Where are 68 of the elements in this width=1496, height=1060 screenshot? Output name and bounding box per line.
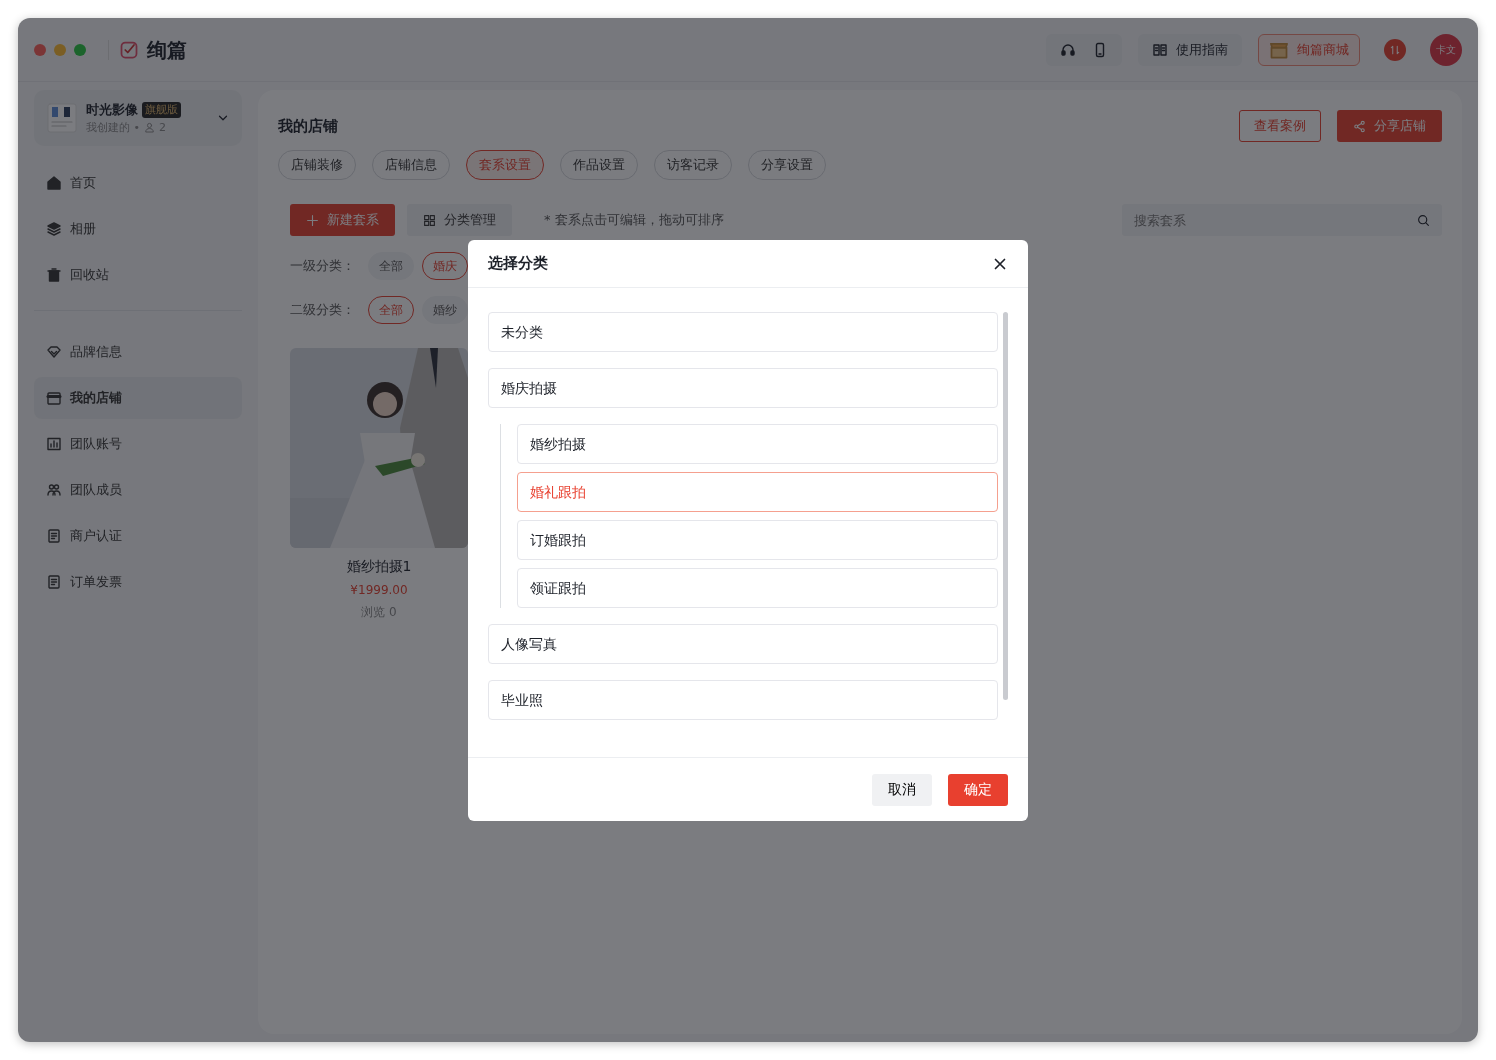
trash-icon xyxy=(46,267,62,283)
tab[interactable]: 分享设置 xyxy=(748,150,826,180)
category-option[interactable]: 婚礼跟拍 xyxy=(517,472,998,512)
filter-label: 二级分类： xyxy=(290,301,356,320)
category-option[interactable]: 订婚跟拍 xyxy=(517,520,998,560)
sidebar-item[interactable]: 团队成员 xyxy=(34,469,242,511)
sidebar-item[interactable]: 品牌信息 xyxy=(34,331,242,373)
page-title: 我的店铺 xyxy=(278,115,339,137)
account-name: 时光影像 xyxy=(86,101,138,119)
sidebar-item[interactable]: 团队账号 xyxy=(34,423,242,465)
window-control[interactable] xyxy=(34,43,46,56)
view-cases-button[interactable]: 查看案例 xyxy=(1239,110,1321,142)
sidebar-item[interactable]: 相册 xyxy=(34,208,242,250)
new-package-button[interactable]: 新建套系 xyxy=(290,204,395,236)
home-icon xyxy=(46,175,62,191)
confirm-button[interactable]: 确定 xyxy=(948,773,1008,806)
layers-icon xyxy=(46,221,62,237)
product-title: 婚纱拍摄1 xyxy=(345,557,413,576)
dialog-title: 选择分类 xyxy=(488,253,549,275)
tab[interactable]: 套系设置 xyxy=(466,150,544,180)
document-icon xyxy=(46,528,62,544)
filter-chip[interactable]: 婚庆 xyxy=(422,252,468,280)
scrollbar[interactable] xyxy=(1003,312,1008,700)
hint-text: * 套系点击可编辑，拖动可排序 xyxy=(544,211,724,230)
person-icon xyxy=(144,122,155,134)
sidebar-item[interactable]: 我的店铺 xyxy=(34,377,242,419)
sidebar-item[interactable]: 首页 xyxy=(34,162,242,204)
tab[interactable]: 店铺装修 xyxy=(278,150,356,180)
sidebar-item[interactable]: 商户认证 xyxy=(34,515,242,557)
user-avatar[interactable]: 卡文 xyxy=(1430,33,1462,66)
checkbox-logo-icon xyxy=(119,39,139,60)
cancel-button[interactable]: 取消 xyxy=(872,773,932,806)
filter-chip[interactable]: 全部 xyxy=(368,252,414,280)
phones-thumbnail-icon xyxy=(46,102,78,134)
store-icon xyxy=(46,390,62,406)
plan-badge: 旗舰版 xyxy=(142,101,181,118)
app-name: 绚篇 xyxy=(147,36,187,64)
sync-icon[interactable] xyxy=(1384,38,1406,61)
tab[interactable]: 作品设置 xyxy=(560,150,638,180)
grid-icon xyxy=(423,213,436,227)
filter-chip[interactable]: 全部 xyxy=(368,296,414,324)
window-control[interactable] xyxy=(54,43,66,56)
window-control[interactable] xyxy=(74,43,86,56)
plus-icon xyxy=(306,213,319,227)
category-option[interactable]: 领证跟拍 xyxy=(517,568,998,608)
chart-icon xyxy=(46,436,62,452)
document-icon xyxy=(46,574,62,590)
tab[interactable]: 访客记录 xyxy=(654,150,732,180)
category-option[interactable]: 未分类 xyxy=(488,312,998,352)
category-option[interactable]: 毕业照 xyxy=(488,680,998,720)
category-option[interactable]: 婚庆拍摄 xyxy=(488,368,998,408)
tab[interactable]: 店铺信息 xyxy=(372,150,450,180)
people-icon xyxy=(46,482,62,498)
book-icon xyxy=(1152,41,1168,58)
headset-icon[interactable] xyxy=(1060,41,1076,58)
share-icon xyxy=(1353,119,1366,133)
filter-chip[interactable]: 婚纱 xyxy=(422,296,468,324)
product-price: ¥1999.00 xyxy=(349,582,409,599)
category-option[interactable]: 人像写真 xyxy=(488,624,998,664)
share-button[interactable]: 分享店铺 xyxy=(1337,110,1442,142)
guide-button[interactable]: 使用指南 xyxy=(1138,33,1242,66)
category-manage-button[interactable]: 分类管理 xyxy=(407,204,512,236)
search-icon xyxy=(1417,214,1430,227)
diamond-icon xyxy=(46,344,62,360)
category-option[interactable]: 婚纱拍摄 xyxy=(517,424,998,464)
mall-button[interactable]: 绚篇商城 xyxy=(1258,33,1360,66)
sidebar-item[interactable]: 回收站 xyxy=(34,254,242,296)
sidebar-item[interactable]: 订单发票 xyxy=(34,561,242,603)
